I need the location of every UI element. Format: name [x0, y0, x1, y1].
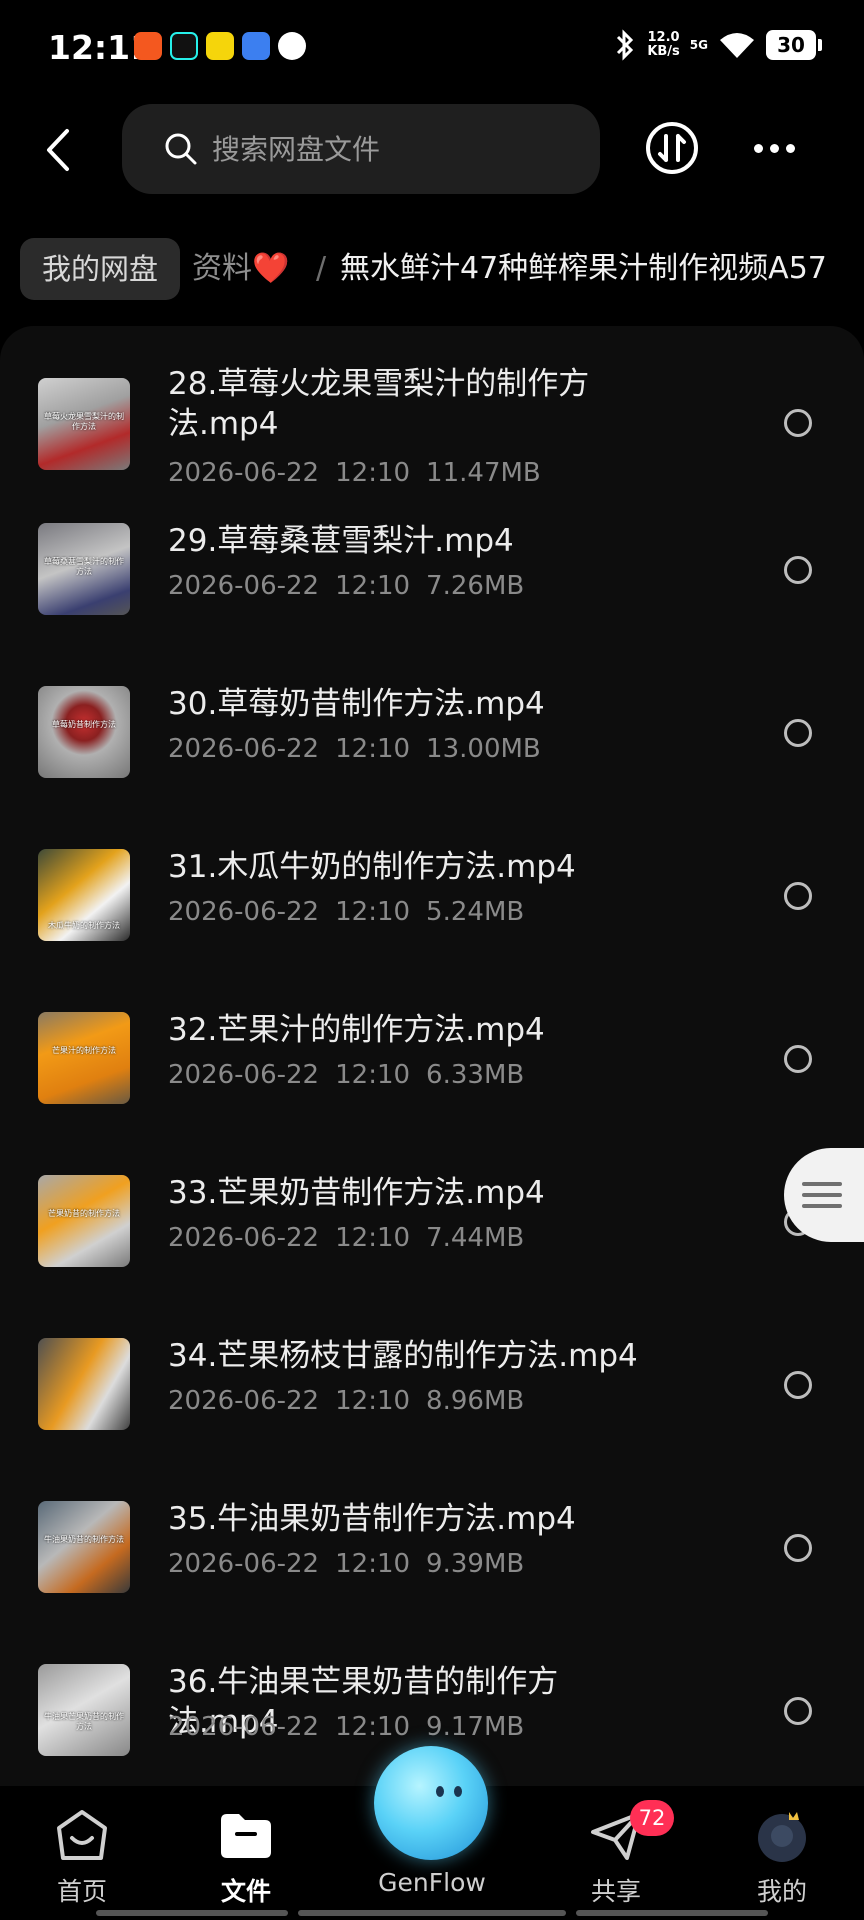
search-bar[interactable] [122, 104, 600, 194]
search-input[interactable] [212, 132, 572, 166]
handle-line [802, 1204, 842, 1208]
breadcrumb: 我的网盘 资料❤️ / 無水鲜汁47种鲜榨果汁制作视频A57 [0, 230, 864, 310]
file-name: 33.芒果奶昔制作方法.mp4 [168, 1175, 545, 1211]
select-checkbox[interactable] [784, 1371, 812, 1399]
nav-home[interactable]: 首页 [22, 1806, 142, 1906]
select-checkbox[interactable] [784, 556, 812, 584]
nav-files-label: 文件 [220, 1877, 271, 1906]
file-name: 29.草莓桑葚雪梨汁.mp4 [168, 523, 514, 559]
blue-app-icon [242, 32, 270, 60]
file-name: 32.芒果汁的制作方法.mp4 [168, 1012, 545, 1048]
video-thumbnail [38, 1338, 130, 1430]
file-meta: 2026-06-22 12:10 9.39MB [168, 1549, 525, 1579]
home-icon [57, 1810, 107, 1860]
select-checkbox[interactable] [784, 1534, 812, 1562]
sort-icon[interactable] [644, 120, 700, 176]
back-arrow-icon [47, 129, 69, 171]
select-checkbox[interactable] [784, 719, 812, 747]
video-thumbnail: 芒果汁的制作方法 [38, 1012, 130, 1104]
more-options-icon[interactable] [746, 120, 802, 176]
heart-icon: ❤️ [252, 251, 290, 286]
nav-share[interactable]: 72 共享 [556, 1800, 676, 1906]
wifi-icon [720, 33, 754, 58]
select-checkbox[interactable] [784, 1697, 812, 1725]
file-row[interactable]: 34.芒果杨枝甘露的制作方法.mp4 2026-06-22 12:10 8.96MB [0, 1316, 864, 1479]
file-meta: 2026-06-22 12:10 6.33MB [168, 1060, 525, 1090]
video-thumbnail: 木瓜牛奶的制作方法 [38, 849, 130, 941]
status-app-icons [134, 32, 306, 60]
status-indicators: 12.0 KB/s 5G 30 [613, 28, 822, 62]
nav-mine[interactable]: 我的 [722, 1806, 842, 1906]
avatar [758, 1812, 806, 1862]
select-checkbox[interactable] [784, 882, 812, 910]
wechat-app-icon [278, 32, 306, 60]
nav-share-label: 共享 [590, 1877, 641, 1906]
bluetooth-icon [617, 29, 634, 61]
top-bar [0, 100, 864, 200]
file-row[interactable]: 草莓火龙果雪梨汁的制作方法 28.草莓火龙果雪梨汁的制作方法.mp4 2026-… [0, 338, 864, 501]
file-row[interactable]: 草莓奶昔制作方法 30.草莓奶昔制作方法.mp4 2026-06-22 12:10… [0, 664, 864, 827]
video-thumbnail: 草莓桑葚雪梨汁的制作方法 [38, 523, 130, 615]
breadcrumb-folder[interactable]: 资料❤️ [192, 238, 289, 300]
more-dot [785, 143, 795, 153]
file-row[interactable]: 草莓桑葚雪梨汁的制作方法 29.草莓桑葚雪梨汁.mp4 2026-06-22 12… [0, 501, 864, 664]
file-list: 草莓火龙果雪梨汁的制作方法 28.草莓火龙果雪梨汁的制作方法.mp4 2026-… [0, 326, 864, 1786]
select-checkbox[interactable] [784, 1045, 812, 1073]
select-checkbox[interactable] [784, 409, 812, 437]
file-row[interactable]: 牛油果奶昔的制作方法 35.牛油果奶昔制作方法.mp4 2026-06-22 12… [0, 1479, 864, 1642]
nav-files[interactable]: 文件 [186, 1806, 306, 1906]
more-dot [753, 143, 763, 153]
video-thumbnail: 牛油果芒果奶昔的制作方法 [38, 1664, 130, 1756]
network-speed: 12.0 KB/s [647, 30, 680, 59]
genflow-eye [454, 1786, 462, 1797]
home-indicator [96, 1910, 288, 1916]
home-indicator [298, 1910, 566, 1916]
video-thumbnail: 草莓火龙果雪梨汁的制作方法 [38, 378, 130, 470]
video-thumbnail: 草莓奶昔制作方法 [38, 686, 130, 778]
nav-home-label: 首页 [56, 1877, 107, 1906]
handle-line [802, 1182, 842, 1186]
breadcrumb-current: 無水鲜汁47种鲜榨果汁制作视频A57 [340, 251, 827, 286]
file-meta: 2026-06-22 12:10 7.44MB [168, 1223, 525, 1253]
taobao-app-icon [134, 32, 162, 60]
genflow-button[interactable] [374, 1746, 488, 1860]
video-thumbnail: 芒果奶昔的制作方法 [38, 1175, 130, 1267]
notification-badge: 72 [630, 1800, 674, 1836]
battery-icon: 30 [766, 30, 822, 60]
yellow-app-icon [206, 32, 234, 60]
video-thumbnail: 牛油果奶昔的制作方法 [38, 1501, 130, 1593]
file-name: 35.牛油果奶昔制作方法.mp4 [168, 1501, 576, 1537]
douyin-app-icon [170, 32, 198, 60]
folder-icon [221, 1814, 271, 1858]
home-indicator [576, 1910, 768, 1916]
search-icon [165, 133, 197, 165]
file-name: 30.草莓奶昔制作方法.mp4 [168, 686, 545, 722]
file-row[interactable]: 芒果汁的制作方法 32.芒果汁的制作方法.mp4 2026-06-22 12:10… [0, 990, 864, 1153]
file-row[interactable]: 芒果奶昔的制作方法 33.芒果奶昔制作方法.mp4 2026-06-22 12:1… [0, 1153, 864, 1316]
nav-genflow-label: GenFlow [378, 1868, 486, 1897]
nav-mine-label: 我的 [756, 1877, 807, 1906]
file-meta: 2026-06-22 12:10 13.00MB [168, 734, 541, 764]
network-type: 5G [689, 38, 708, 52]
status-bar: 12:11 12.0 KB/s 5G 30 [0, 0, 864, 96]
file-row[interactable]: 木瓜牛奶的制作方法 31.木瓜牛奶的制作方法.mp4 2026-06-22 12:… [0, 827, 864, 990]
file-meta: 2026-06-22 12:10 8.96MB [168, 1386, 525, 1416]
back-button[interactable] [30, 120, 86, 180]
breadcrumb-separator: / [316, 251, 327, 286]
genflow-eye [436, 1786, 444, 1797]
more-dot [769, 143, 779, 153]
file-meta: 2026-06-22 12:10 11.47MB [168, 458, 541, 488]
handle-line [802, 1193, 842, 1197]
file-meta: 2026-06-22 12:10 5.24MB [168, 897, 525, 927]
file-name: 28.草莓火龙果雪梨汁的制作方法.mp4 [168, 366, 590, 442]
file-name: 34.芒果杨枝甘露的制作方法.mp4 [168, 1338, 638, 1374]
file-meta: 2026-06-22 12:10 9.17MB [168, 1712, 525, 1742]
file-meta: 2026-06-22 12:10 7.26MB [168, 571, 525, 601]
file-name: 31.木瓜牛奶的制作方法.mp4 [168, 849, 576, 885]
breadcrumb-root[interactable]: 我的网盘 [20, 238, 181, 300]
